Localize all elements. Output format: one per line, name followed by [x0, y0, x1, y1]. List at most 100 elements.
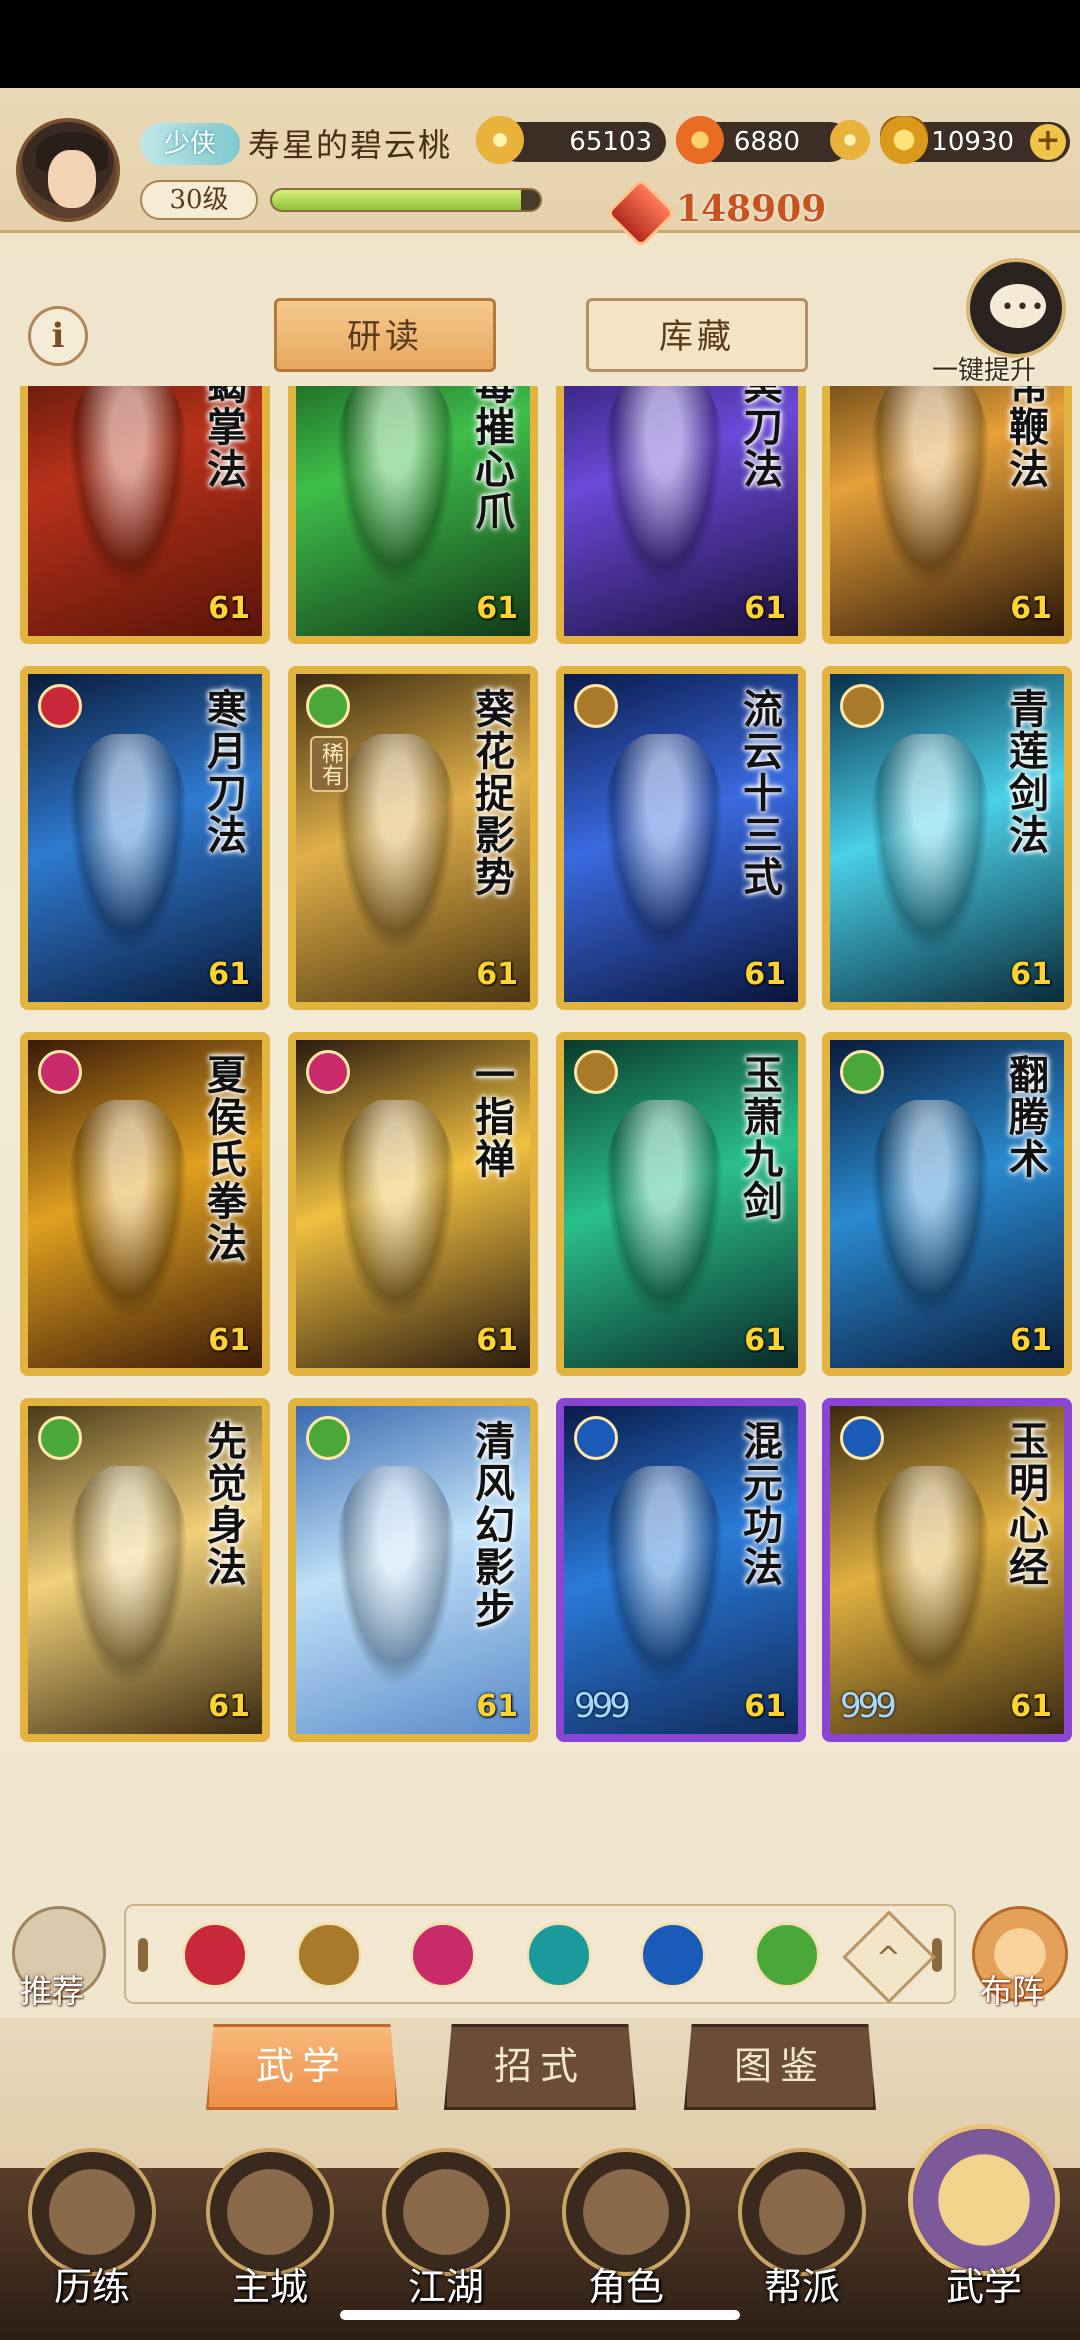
card-title: 混元功法 — [736, 1420, 783, 1588]
add-currency-button[interactable]: + — [1030, 124, 1066, 160]
card-title: 夏侯氏拳法 — [200, 1054, 247, 1264]
martial-art-card[interactable]: 赤蝎掌法 61 — [20, 386, 270, 644]
card-character-figure — [870, 386, 990, 588]
tab-study[interactable]: 研读 — [274, 298, 496, 372]
card-character-figure — [870, 1466, 990, 1686]
card-grade-marks: 999 — [840, 1686, 897, 1726]
nav-item[interactable]: 主城 — [200, 2148, 340, 2309]
tab-storage[interactable]: 库藏 — [586, 298, 808, 372]
martial-type-icon — [574, 1416, 618, 1460]
combat-power-icon — [605, 177, 677, 249]
card-level: 61 — [476, 1323, 518, 1358]
nav-item[interactable]: 江湖 — [376, 2148, 516, 2309]
nav-item[interactable]: 角色 — [556, 2148, 696, 2309]
card-title: 五毒摧心爪 — [468, 386, 515, 532]
status-bar-area — [0, 0, 1080, 88]
player-avatar[interactable] — [16, 118, 120, 222]
martial-art-card[interactable]: 五毒摧心爪 61 — [288, 386, 538, 644]
nav-item[interactable]: 帮派 — [732, 2148, 872, 2309]
nav-label: 历练 — [53, 2265, 130, 2309]
nav-label: 主城 — [231, 2265, 308, 2309]
martial-type-icon — [574, 1050, 618, 1094]
card-character-figure — [68, 1100, 188, 1320]
section-tab-martial-arts[interactable]: 武学 — [206, 2024, 398, 2110]
martial-type-icon — [38, 1416, 82, 1460]
gold-ingot-icon — [880, 116, 928, 164]
martial-type-icon — [38, 684, 82, 728]
card-level: 61 — [476, 591, 518, 626]
martial-art-card[interactable]: 夏侯氏拳法 61 — [20, 1032, 270, 1376]
card-title: 葵花捉影势 — [468, 688, 515, 898]
card-level: 61 — [208, 591, 250, 626]
card-title: 翻腾术 — [1002, 1054, 1049, 1180]
card-character-figure — [336, 1100, 456, 1320]
martial-art-card[interactable]: 翻腾术 61 — [822, 1032, 1072, 1376]
card-title: 玉明心经 — [1002, 1420, 1049, 1588]
nav-icon — [908, 2124, 1060, 2276]
card-title: 无常鞭法 — [1002, 386, 1049, 490]
avatar-face — [48, 150, 96, 208]
quick-upgrade-button[interactable]: ••• — [966, 258, 1066, 358]
card-level: 61 — [744, 591, 786, 626]
martial-art-card[interactable]: 清风幻影步 61 — [288, 1398, 538, 1742]
martial-art-card[interactable]: 绝冥刀法 61 — [556, 386, 806, 644]
section-tab-moves[interactable]: 招式 — [444, 2024, 636, 2110]
card-title: 玉萧九剑 — [736, 1054, 783, 1222]
martial-art-card[interactable]: 混元功法 999 61 — [556, 1398, 806, 1742]
martial-arts-grid[interactable]: 赤蝎掌法 61 五毒摧心爪 61 绝冥刀法 61 无常鞭法 61 寒月刀法 61 稀有 葵花捉影势 61… — [0, 386, 1080, 1878]
card-level: 61 — [208, 1689, 250, 1724]
card-character-figure — [604, 1466, 724, 1686]
card-character-figure — [604, 386, 724, 588]
filter-internal-icon[interactable] — [640, 1922, 706, 1988]
martial-type-icon — [38, 1050, 82, 1094]
martial-art-card[interactable]: 玉萧九剑 61 — [556, 1032, 806, 1376]
card-title: 一指禅 — [468, 1054, 515, 1180]
card-character-figure — [68, 1466, 188, 1686]
martial-art-card[interactable]: 玉明心经 999 61 — [822, 1398, 1072, 1742]
card-level: 61 — [1010, 1323, 1052, 1358]
martial-art-card[interactable]: 寒月刀法 61 — [20, 666, 270, 1010]
filter-palm-icon[interactable] — [410, 1922, 476, 1988]
chevron-up-icon: ^ — [875, 1940, 901, 1976]
experience-fill — [272, 190, 522, 210]
martial-art-card[interactable]: 一指禅 61 — [288, 1032, 538, 1376]
card-title: 绝冥刀法 — [736, 386, 783, 490]
filter-sword-icon[interactable] — [296, 1922, 362, 1988]
card-title: 赤蝎掌法 — [200, 386, 247, 490]
card-title: 寒月刀法 — [200, 688, 247, 856]
card-level: 61 — [208, 957, 250, 992]
game-screen: 少侠 寿星的碧云桃 30级 65103 6880 10930 + 148909 … — [0, 88, 1080, 2340]
martial-art-card[interactable]: 无常鞭法 61 — [822, 386, 1072, 644]
nav-item[interactable]: 武学 — [908, 2124, 1060, 2309]
player-name: 寿星的碧云桃 — [248, 126, 453, 164]
nav-item[interactable]: 历练 — [22, 2148, 162, 2309]
martial-type-icon — [840, 1416, 884, 1460]
section-tab-codex[interactable]: 图鉴 — [684, 2024, 876, 2110]
filter-movement-icon[interactable] — [754, 1922, 820, 1988]
martial-art-card[interactable]: 青莲剑法 61 — [822, 666, 1072, 1010]
info-button[interactable]: i — [28, 306, 88, 366]
rarity-tag: 稀有 — [310, 736, 348, 792]
martial-art-card[interactable]: 先觉身法 61 — [20, 1398, 270, 1742]
coin-stack-icon — [830, 120, 870, 160]
filter-fist-icon[interactable] — [182, 1922, 248, 1988]
combat-power-value: 148909 — [676, 188, 827, 230]
experience-bar — [270, 188, 542, 212]
card-level: 61 — [208, 1323, 250, 1358]
card-title: 流云十三式 — [736, 688, 783, 898]
player-header: 少侠 寿星的碧云桃 30级 65103 6880 10930 + 148909 — [0, 88, 1080, 249]
player-level: 30级 — [140, 180, 258, 220]
card-title: 先觉身法 — [200, 1420, 247, 1588]
martial-type-icon — [306, 684, 350, 728]
player-rank-badge: 少侠 — [140, 123, 240, 165]
formation-label: 布阵 — [980, 1972, 1045, 2010]
card-character-figure — [604, 1100, 724, 1320]
martial-art-card[interactable]: 流云十三式 61 — [556, 666, 806, 1010]
filter-fan-icon[interactable] — [526, 1922, 592, 1988]
card-character-figure — [870, 1100, 990, 1320]
card-character-figure — [336, 1466, 456, 1686]
recommend-label: 推荐 — [20, 1972, 85, 2010]
card-title: 清风幻影步 — [468, 1420, 515, 1630]
martial-art-card[interactable]: 稀有 葵花捉影势 61 — [288, 666, 538, 1010]
card-grade-marks: 999 — [574, 1686, 631, 1726]
